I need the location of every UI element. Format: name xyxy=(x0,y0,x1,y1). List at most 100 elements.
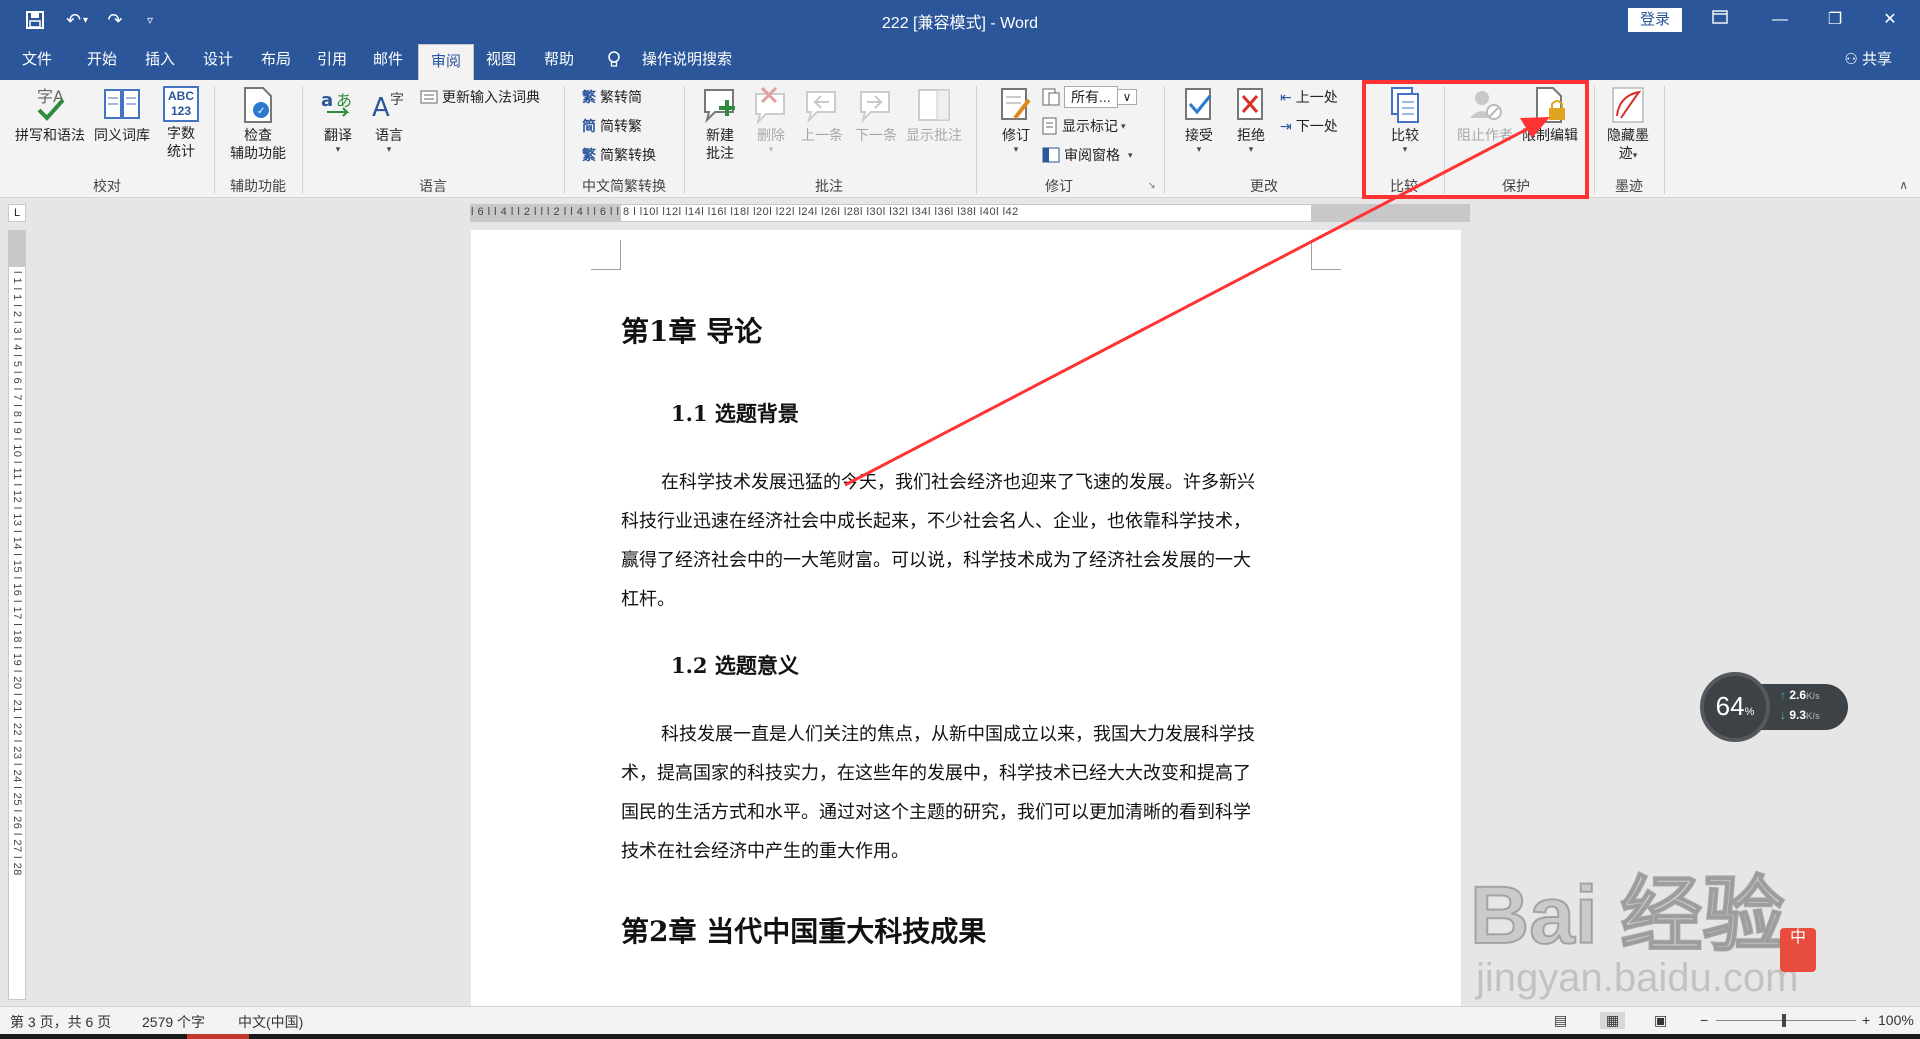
previous-change-button[interactable]: ⇤ 上一处 xyxy=(1280,86,1338,108)
section-1-2-heading[interactable]: 1.2 选题意义 xyxy=(671,650,799,680)
tab-view[interactable]: 视图 xyxy=(478,40,524,80)
new-comment-button[interactable]: 新建 批注 xyxy=(692,86,748,162)
chinese-conversion-button[interactable]: 繁 简繁转换 xyxy=(582,144,656,166)
restore-icon[interactable]: ❐ xyxy=(1812,0,1858,40)
show-markup-button[interactable]: 显示标记 ▾ xyxy=(1042,115,1126,137)
spelling-grammar-button[interactable]: 字A 拼写和语法 xyxy=(10,86,90,144)
web-layout-icon[interactable]: ▣ xyxy=(1654,1012,1667,1029)
all-markup-value: 所有... xyxy=(1064,86,1118,108)
upload-speed: 2.6 xyxy=(1789,688,1807,702)
traditional-to-simplified-button[interactable]: 繁 繁转简 xyxy=(582,86,642,108)
save-icon[interactable] xyxy=(22,6,48,34)
chapter-1-heading[interactable]: 第1章 导论 xyxy=(621,310,762,350)
new-comment-icon xyxy=(704,89,735,124)
reject-button[interactable]: 拒绝 ▾ xyxy=(1226,86,1276,154)
svg-text:あ: あ xyxy=(336,91,352,110)
markup-icon xyxy=(1042,88,1060,106)
ruler-margin-top xyxy=(9,231,25,267)
tab-layout[interactable]: 布局 xyxy=(254,40,298,80)
tab-review[interactable]: 审阅 xyxy=(418,44,474,80)
ribbon-tabs: 文件 开始 插入 设计 布局 引用 邮件 审阅 视图 帮助 操作说明搜索 ⚇ 共… xyxy=(0,40,1920,80)
paragraph-line[interactable]: 赢得了经济社会中的一大笔财富。可以说，科学技术成为了经济社会发展的一大 xyxy=(621,546,1251,572)
download-arrow-icon: ↓ xyxy=(1780,708,1790,722)
check-label-1: 检查 xyxy=(244,127,272,143)
paragraph-line[interactable]: 科技行业迅速在经济社会中成长起来，不少社会名人、企业，也依靠科学技术， xyxy=(621,507,1251,533)
zoom-in-button[interactable]: + xyxy=(1862,1012,1870,1028)
paragraph-line[interactable]: 杠杆。 xyxy=(621,585,675,611)
previous-comment-button[interactable]: 上一条 xyxy=(796,86,848,144)
close-icon[interactable]: ✕ xyxy=(1867,0,1913,40)
collapse-ribbon-icon[interactable]: ∧ xyxy=(1899,178,1908,192)
memory-percent: 64 xyxy=(1715,691,1745,721)
tab-references[interactable]: 引用 xyxy=(310,40,354,80)
reject-label: 拒绝 xyxy=(1237,127,1265,143)
paragraph-line[interactable]: 术，提高国家的科技实力，在这些年的发展中，科学技术已经大大改变和提高了 xyxy=(621,759,1251,785)
dropdown-caret-icon: ▾ xyxy=(386,144,392,154)
redo-icon[interactable]: ↷ xyxy=(102,6,128,34)
page-count[interactable]: 第 3 页，共 6 页 xyxy=(10,1012,111,1032)
tab-help[interactable]: 帮助 xyxy=(536,40,582,80)
hide-ink-button[interactable]: 隐藏墨 迹▾ xyxy=(1598,86,1658,162)
undo-icon[interactable]: ↶ ▾ xyxy=(60,6,94,34)
delete-comment-icon xyxy=(755,86,785,124)
next-change-button[interactable]: ⇥ 下一处 xyxy=(1280,115,1338,137)
tab-design[interactable]: 设计 xyxy=(196,40,240,80)
ribbon-display-options-icon[interactable] xyxy=(1697,0,1743,40)
update-ime-dictionary-button[interactable]: 更新输入法词典 xyxy=(420,86,540,108)
next-comment-button[interactable]: 下一条 xyxy=(850,86,902,144)
vertical-ruler[interactable]: l 1 l 1 l 2 l 3 l 4 l 5 l 6 l 7 l 8 l 9 … xyxy=(8,230,26,1000)
login-button[interactable]: 登录 xyxy=(1628,8,1682,32)
tell-me-search[interactable]: 操作说明搜索 xyxy=(634,40,740,80)
accept-button[interactable]: 接受 ▾ xyxy=(1174,86,1224,154)
track-changes-button[interactable]: 修订 ▾ xyxy=(994,86,1038,154)
paragraph-line[interactable]: 科技发展一直是人们关注的焦点，从新中国成立以来，我国大力发展科学技 xyxy=(661,720,1255,746)
show-comments-button[interactable]: 显示批注 xyxy=(902,86,966,144)
paragraph-line[interactable]: 技术在社会经济中产生的重大作用。 xyxy=(621,837,909,863)
chapter-2-heading[interactable]: 第2章 当代中国重大科技成果 xyxy=(621,910,986,950)
chevron-down-icon[interactable]: ∨ xyxy=(1117,89,1138,105)
tab-home[interactable]: 开始 xyxy=(80,40,124,80)
svg-text:字: 字 xyxy=(390,92,404,108)
paragraph-line[interactable]: 国民的生活方式和水平。通过对这个主题的研究，我们可以更加清晰的看到科学 xyxy=(621,798,1251,824)
reject-icon xyxy=(1237,88,1263,120)
read-mode-icon[interactable]: ▤ xyxy=(1554,1012,1567,1029)
section-1-1-heading[interactable]: 1.1 选题背景 xyxy=(671,398,799,428)
tab-insert[interactable]: 插入 xyxy=(138,40,182,80)
dropdown-caret-icon: ▾ xyxy=(1196,144,1202,154)
word-count-button[interactable]: ABC 123 字数 统计 xyxy=(156,86,206,160)
check-accessibility-button[interactable]: ✓ 检查 辅助功能 xyxy=(222,86,294,162)
language-status[interactable]: 中文(中国) xyxy=(238,1012,303,1032)
document-page[interactable]: 第1章 导论 1.1 选题背景 在科学技术发展迅猛的今天，我们社会经济也迎来了飞… xyxy=(471,230,1461,1006)
print-layout-icon[interactable]: ▦ xyxy=(1600,1012,1626,1029)
reviewing-pane-button[interactable]: 审阅窗格 ▾ xyxy=(1042,144,1133,166)
thesaurus-button[interactable]: 同义词库 xyxy=(90,86,154,144)
minimize-icon[interactable]: — xyxy=(1757,0,1803,40)
net-speed-panel: ↑ 2.6K/s ↓ 9.3K/s xyxy=(1758,684,1848,730)
network-speed-widget[interactable]: ↑ 2.6K/s ↓ 9.3K/s 64% xyxy=(1700,672,1850,742)
language-button[interactable]: A字 语言 ▾ xyxy=(364,86,414,154)
simplified-to-traditional-button[interactable]: 简 简转繁 xyxy=(582,115,642,137)
new-comment-label-1: 新建 xyxy=(706,127,734,143)
zoom-slider[interactable] xyxy=(1716,1014,1856,1027)
markup-display-dropdown[interactable]: 所有... ∨ xyxy=(1042,86,1138,108)
translate-button[interactable]: aあ 翻译 ▾ xyxy=(312,86,364,154)
paragraph-line[interactable]: 在科学技术发展迅猛的今天，我们社会经济也迎来了飞速的发展。许多新兴 xyxy=(661,468,1255,494)
delete-comment-button[interactable]: 删除 ▾ xyxy=(748,86,794,154)
group-ink-label: 墨迹 xyxy=(1615,178,1643,194)
zoom-slider-thumb[interactable] xyxy=(1782,1014,1786,1027)
tab-file[interactable]: 文件 xyxy=(16,40,58,80)
share-button[interactable]: ⚇ 共享 xyxy=(1844,40,1892,80)
horizontal-ruler[interactable]: l 6 l l 4 l l 2 l l l 2 l l 4 l l 6 l l … xyxy=(470,204,1470,222)
word-count-status[interactable]: 2579 个字 xyxy=(142,1012,205,1032)
group-changes-label: 更改 xyxy=(1250,178,1278,194)
to-simplified-label: 繁转简 xyxy=(600,89,642,105)
watermark-logo-text: Bai 经验 xyxy=(1469,869,1785,962)
zoom-level[interactable]: 100% xyxy=(1878,1012,1914,1028)
tab-mailings[interactable]: 邮件 xyxy=(366,40,410,80)
customize-qat-icon[interactable]: ▿ xyxy=(140,6,160,34)
zoom-out-button[interactable]: − xyxy=(1700,1012,1708,1028)
tab-selector[interactable]: L xyxy=(8,204,26,222)
tracking-dialog-launcher-icon[interactable]: ↘ xyxy=(1148,180,1156,191)
taskbar-strip xyxy=(0,1034,1920,1039)
separator xyxy=(1664,86,1665,194)
